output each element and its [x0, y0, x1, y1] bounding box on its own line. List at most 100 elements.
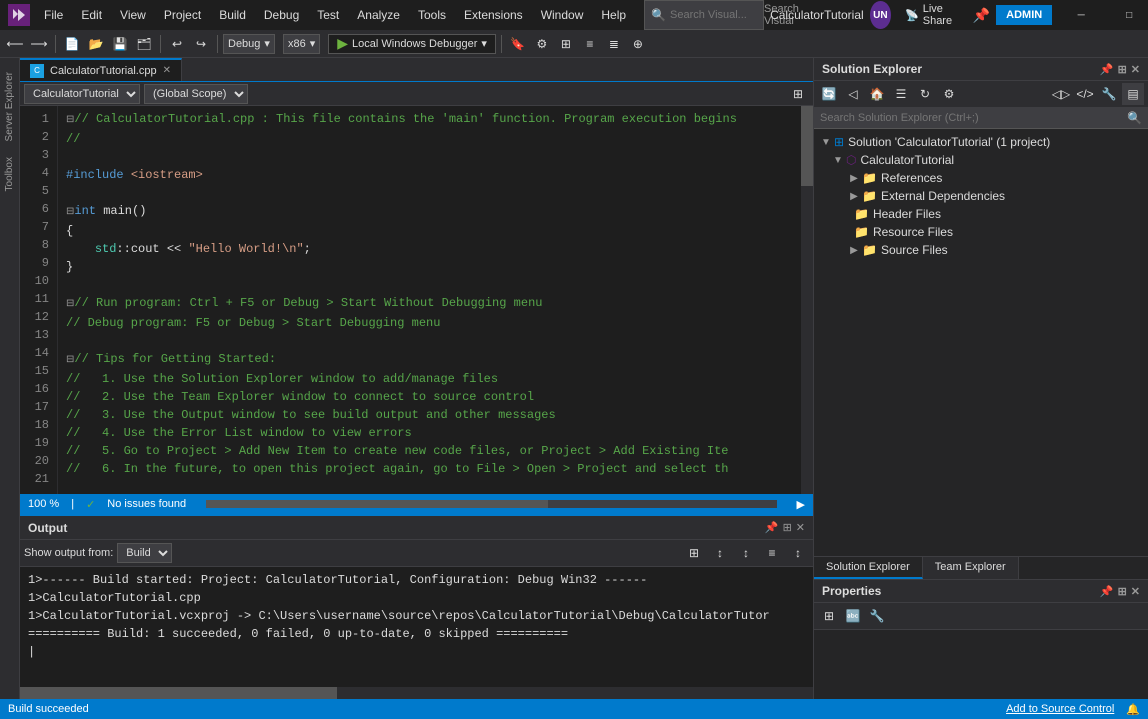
tree-item-references[interactable]: ▶ 📁 References: [814, 169, 1148, 187]
menu-build[interactable]: Build: [211, 6, 254, 24]
run-button[interactable]: ▶ Local Windows Debugger ▾: [328, 34, 496, 54]
tb-icon-3[interactable]: ⊞: [555, 33, 577, 55]
output-pin-button[interactable]: 📌: [765, 521, 779, 534]
editor-hscrollbar[interactable]: [206, 500, 776, 508]
tb-icon-2[interactable]: ⚙: [531, 33, 553, 55]
menu-debug[interactable]: Debug: [256, 6, 307, 24]
editor-tab-0[interactable]: C CalculatorTutorial.cpp ✕: [20, 58, 182, 81]
menu-tools[interactable]: Tools: [410, 6, 454, 24]
project-arrow[interactable]: ▼: [830, 155, 846, 166]
file-scope-dropdown[interactable]: CalculatorTutorial: [24, 84, 140, 104]
debug-config-dropdown[interactable]: Debug ▾: [223, 34, 275, 54]
tab-close-0[interactable]: ✕: [163, 65, 171, 76]
toolbox-tab[interactable]: Toolbox: [2, 151, 17, 197]
editor-vscrollbar-thumb[interactable]: [801, 106, 813, 186]
props-wrench-btn[interactable]: 🔧: [866, 605, 888, 627]
output-tb-btn-3[interactable]: ↕: [735, 542, 757, 564]
menu-edit[interactable]: Edit: [73, 6, 110, 24]
editor-tab-bar: C CalculatorTutorial.cpp ✕: [20, 58, 813, 82]
tb-icon-5[interactable]: ≣: [603, 33, 625, 55]
save-button[interactable]: 💾: [109, 33, 131, 55]
se-preview-btn[interactable]: ◁▷: [1050, 83, 1072, 105]
solution-arrow[interactable]: ▼: [818, 137, 834, 148]
tree-item-project[interactable]: ▼ ⬡ CalculatorTutorial: [814, 151, 1148, 169]
editor-vscrollbar[interactable]: [801, 106, 813, 494]
save-all-button[interactable]: 🗂: [133, 33, 155, 55]
menu-analyze[interactable]: Analyze: [349, 6, 408, 24]
add-to-source-link[interactable]: Add to Source Control: [1006, 703, 1114, 715]
props-pin-button[interactable]: 📌: [1100, 585, 1114, 598]
se-refresh-btn[interactable]: ↻: [914, 83, 936, 105]
tree-item-solution[interactable]: ▼ ⊞ Solution 'CalculatorTutorial' (1 pro…: [814, 133, 1148, 151]
admin-button[interactable]: ADMIN: [996, 5, 1052, 25]
pin-icon[interactable]: 📌: [973, 7, 990, 24]
back-button[interactable]: ⟵: [4, 33, 26, 55]
maximize-button[interactable]: □: [1106, 0, 1148, 30]
output-hscrollbar-thumb[interactable]: [20, 687, 337, 699]
props-grid-btn[interactable]: ⊞: [818, 605, 840, 627]
menu-extensions[interactable]: Extensions: [456, 6, 531, 24]
props-sort-btn[interactable]: 🔤: [842, 605, 864, 627]
ext-deps-arrow[interactable]: ▶: [846, 191, 862, 202]
tb-icon-6[interactable]: ⊕: [627, 33, 649, 55]
output-expand-button[interactable]: ⊞: [783, 521, 792, 534]
global-scope-dropdown[interactable]: (Global Scope): [144, 84, 248, 104]
se-wrench-btn[interactable]: 🔧: [1098, 83, 1120, 105]
props-expand-button[interactable]: ⊞: [1118, 585, 1127, 598]
output-source-dropdown[interactable]: Build: [117, 543, 172, 563]
menu-view[interactable]: View: [112, 6, 154, 24]
output-vscrollbar[interactable]: [1136, 639, 1148, 719]
output-tb-btn-4[interactable]: ≡: [761, 542, 783, 564]
minimize-button[interactable]: ─: [1058, 0, 1104, 30]
menu-file[interactable]: File: [36, 6, 71, 24]
se-active-btn[interactable]: ▤: [1122, 83, 1144, 105]
output-tb-btn-5[interactable]: ↕: [787, 542, 809, 564]
se-expand-button[interactable]: ⊞: [1118, 63, 1127, 76]
se-search-input[interactable]: [820, 112, 1123, 124]
output-tb-btn-2[interactable]: ↕: [709, 542, 731, 564]
platform-dropdown[interactable]: x86 ▾: [283, 34, 320, 54]
open-file-button[interactable]: 📂: [85, 33, 107, 55]
expand-editor-button[interactable]: ⊞: [787, 83, 809, 105]
se-sync-btn[interactable]: 🔄: [818, 83, 840, 105]
menu-help[interactable]: Help: [593, 6, 634, 24]
redo-button[interactable]: ↪: [190, 33, 212, 55]
undo-button[interactable]: ↩: [166, 33, 188, 55]
output-close-button[interactable]: ✕: [796, 521, 805, 534]
menu-test[interactable]: Test: [309, 6, 347, 24]
output-hscrollbar[interactable]: [20, 687, 813, 699]
se-tab-solution[interactable]: Solution Explorer: [814, 557, 923, 579]
se-pin-button[interactable]: 📌: [1100, 63, 1114, 76]
new-file-button[interactable]: 📄: [61, 33, 83, 55]
menu-window[interactable]: Window: [533, 6, 592, 24]
tree-item-ext-deps[interactable]: ▶ 📁 External Dependencies: [814, 187, 1148, 205]
se-search-box[interactable]: 🔍: [814, 108, 1148, 129]
code-content[interactable]: ⊟// CalculatorTutorial.cpp : This file c…: [58, 106, 801, 494]
se-settings-btn[interactable]: ⚙: [938, 83, 960, 105]
forward-button[interactable]: ⟶: [28, 33, 50, 55]
source-files-arrow[interactable]: ▶: [846, 245, 862, 256]
server-explorer-tab[interactable]: Server Explorer: [2, 66, 17, 147]
user-avatar[interactable]: UN: [870, 1, 891, 29]
title-search-box[interactable]: 🔍 Search Visual: [644, 0, 764, 30]
se-home-btn[interactable]: 🏠: [866, 83, 888, 105]
tree-item-source-files[interactable]: ▶ 📁 Source Files: [814, 241, 1148, 259]
se-code-btn[interactable]: </>: [1074, 83, 1096, 105]
live-share-button[interactable]: 📡 Live Share: [897, 1, 967, 29]
props-close-button[interactable]: ✕: [1131, 585, 1140, 598]
code-editor[interactable]: 12345 678910 1112131415 1617181920 21 ⊟/…: [20, 106, 813, 494]
menu-project[interactable]: Project: [156, 6, 209, 24]
bookmark-button[interactable]: 🔖: [507, 33, 529, 55]
se-tab-team[interactable]: Team Explorer: [923, 557, 1019, 579]
editor-hscrollbar-thumb[interactable]: [206, 500, 548, 508]
scroll-right-btn[interactable]: ▶: [797, 498, 805, 511]
se-filter-btn[interactable]: ☰: [890, 83, 912, 105]
se-close-button[interactable]: ✕: [1131, 63, 1140, 76]
tb-icon-4[interactable]: ≡: [579, 33, 601, 55]
tree-item-resource-files[interactable]: 📁 Resource Files: [814, 223, 1148, 241]
search-input[interactable]: [670, 9, 760, 21]
output-tb-btn-1[interactable]: ⊞: [683, 542, 705, 564]
references-arrow[interactable]: ▶: [846, 173, 862, 184]
se-back-btn[interactable]: ◁: [842, 83, 864, 105]
tree-item-header-files[interactable]: 📁 Header Files: [814, 205, 1148, 223]
